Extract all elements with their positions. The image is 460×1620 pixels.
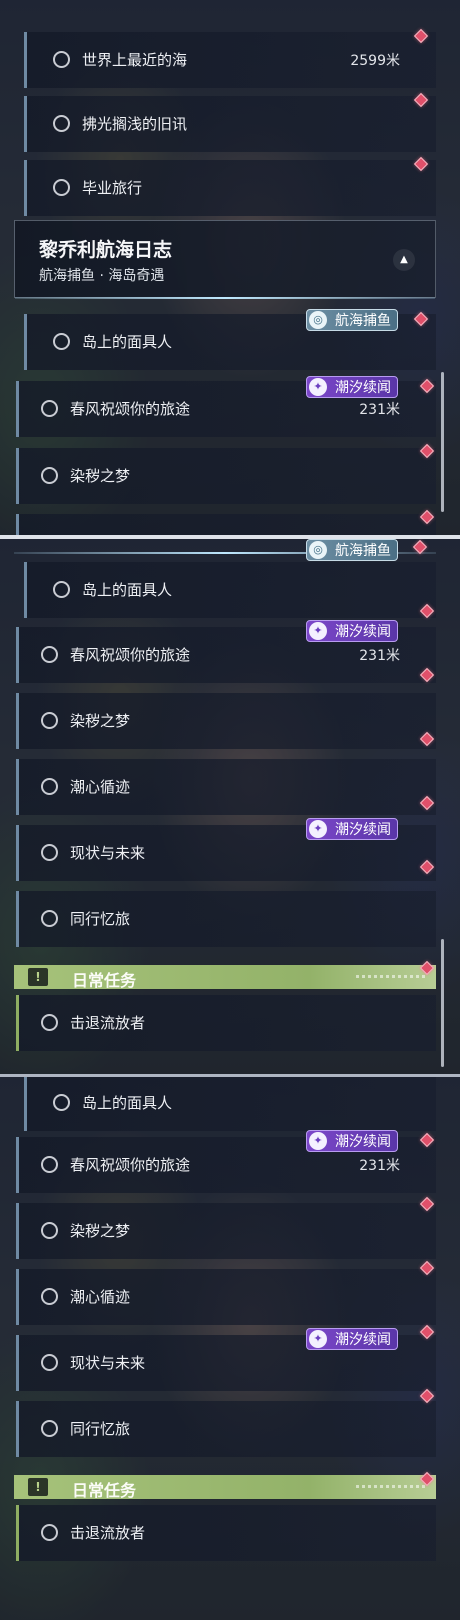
quest-status-circle-icon — [53, 333, 70, 350]
quest-title: 春风祝颂你的旅途 — [70, 646, 191, 664]
quest-status-circle-icon — [53, 51, 70, 68]
quest-title: 毕业旅行 — [82, 179, 143, 197]
quest-panel-3: 岛上的面具人 春风祝颂你的旅途 231米 染秽之梦 潮心循迹 现状与未来 同行忆… — [0, 1077, 460, 1620]
tide-badge: ✦ 潮汐续闻 — [306, 1328, 398, 1350]
decorative-dots — [356, 1485, 426, 1488]
quest-title: 染秽之梦 — [70, 1222, 131, 1240]
quest-item[interactable]: 毕业旅行 — [24, 160, 436, 216]
quest-item[interactable]: 岛上的面具人 — [24, 562, 436, 618]
tide-badge: ✦ 潮汐续闻 — [306, 818, 398, 840]
scrollbar-thumb[interactable] — [441, 939, 444, 1067]
quest-status-circle-icon — [41, 1420, 58, 1437]
tide-icon: ✦ — [309, 1132, 327, 1150]
quest-status-circle-icon — [41, 1288, 58, 1305]
quest-status-circle-icon — [41, 1156, 58, 1173]
quest-item[interactable]: 潮心循迹 — [16, 1269, 436, 1325]
tide-icon: ✦ — [309, 378, 327, 396]
quest-status-circle-icon — [53, 581, 70, 598]
quest-status-circle-icon — [41, 1354, 58, 1371]
chapter-subtitle: 航海捕鱼 · 海岛奇遇 — [39, 268, 165, 284]
quest-item[interactable]: 同行忆旅 — [16, 1401, 436, 1457]
chapter-title: 黎乔利航海日志 — [39, 239, 173, 261]
scrollbar-thumb[interactable] — [441, 372, 444, 512]
daily-section-title: 日常任务 — [72, 1481, 137, 1500]
fishing-badge-label: 航海捕鱼 — [335, 313, 391, 329]
quest-title: 潮心循迹 — [70, 1288, 131, 1306]
quest-distance: 2599米 — [350, 53, 400, 69]
tide-icon: ✦ — [309, 820, 327, 838]
quest-status-circle-icon — [41, 844, 58, 861]
fish-icon: ◎ — [309, 541, 327, 559]
fish-icon: ◎ — [309, 311, 327, 329]
daily-section-title: 日常任务 — [72, 971, 137, 990]
tide-badge: ✦ 潮汐续闻 — [306, 620, 398, 642]
chevron-up-icon[interactable]: ▲ — [393, 249, 415, 271]
quest-status-circle-icon — [41, 646, 58, 663]
daily-section-header[interactable]: ! 日常任务 — [14, 1475, 436, 1500]
quest-item-partial[interactable] — [16, 514, 436, 535]
quest-title: 拂光搁浅的旧讯 — [82, 115, 188, 133]
quest-title: 岛上的面具人 — [82, 333, 173, 351]
exclamation-icon: ! — [28, 1478, 48, 1496]
tide-icon: ✦ — [309, 622, 327, 640]
quest-status-circle-icon — [41, 467, 58, 484]
quest-item[interactable]: 染秽之梦 — [16, 448, 436, 504]
quest-title: 岛上的面具人 — [82, 581, 173, 599]
quest-status-circle-icon — [53, 115, 70, 132]
quest-item[interactable]: 潮心循迹 — [16, 759, 436, 815]
quest-distance: 231米 — [359, 1158, 400, 1174]
quest-title: 岛上的面具人 — [82, 1094, 173, 1112]
quest-title: 世界上最近的海 — [82, 51, 188, 69]
quest-status-circle-icon — [41, 910, 58, 927]
quest-title: 潮心循迹 — [70, 778, 131, 796]
quest-title: 春风祝颂你的旅途 — [70, 400, 191, 418]
exclamation-icon: ! — [28, 968, 48, 986]
quest-item[interactable]: 击退流放者 — [16, 1505, 436, 1561]
fishing-badge: ◎ 航海捕鱼 — [306, 309, 398, 331]
quest-item[interactable]: 同行忆旅 — [16, 891, 436, 947]
quest-panel-1: 世界上最近的海 2599米 拂光搁浅的旧讯 毕业旅行 黎乔利航海日志 航海捕鱼 … — [0, 0, 460, 535]
chapter-header[interactable]: 黎乔利航海日志 航海捕鱼 · 海岛奇遇 ▲ — [14, 220, 436, 299]
quest-title: 击退流放者 — [70, 1014, 146, 1032]
quest-title: 击退流放者 — [70, 1524, 146, 1542]
quest-distance: 231米 — [359, 402, 400, 418]
quest-item[interactable]: 染秽之梦 — [16, 1203, 436, 1259]
tide-badge-label: 潮汐续闻 — [335, 1134, 391, 1150]
quest-status-circle-icon — [41, 1014, 58, 1031]
quest-panel-2: 岛上的面具人 春风祝颂你的旅途 231米 染秽之梦 潮心循迹 现状与未来 同行忆… — [0, 539, 460, 1074]
quest-title: 现状与未来 — [70, 844, 146, 862]
quest-title: 春风祝颂你的旅途 — [70, 1156, 191, 1174]
quest-item[interactable]: 染秽之梦 — [16, 693, 436, 749]
tide-badge: ✦ 潮汐续闻 — [306, 1130, 398, 1152]
quest-title: 同行忆旅 — [70, 1420, 131, 1438]
tide-badge-label: 潮汐续闻 — [335, 624, 391, 640]
quest-item[interactable]: 击退流放者 — [16, 995, 436, 1051]
tide-badge-label: 潮汐续闻 — [335, 1332, 391, 1348]
tide-badge: ✦ 潮汐续闻 — [306, 376, 398, 398]
fishing-badge: ◎ 航海捕鱼 — [306, 539, 398, 561]
chapter-glow-line — [15, 297, 435, 299]
fishing-badge-label: 航海捕鱼 — [335, 543, 391, 559]
quest-status-circle-icon — [53, 1094, 70, 1111]
tide-icon: ✦ — [309, 1330, 327, 1348]
quest-item[interactable]: 拂光搁浅的旧讯 — [24, 96, 436, 152]
quest-status-circle-icon — [41, 778, 58, 795]
quest-title: 现状与未来 — [70, 1354, 146, 1372]
daily-section-header[interactable]: ! 日常任务 — [14, 965, 436, 990]
quest-status-circle-icon — [41, 400, 58, 417]
quest-item[interactable]: 岛上的面具人 — [24, 1077, 436, 1131]
quest-distance: 231米 — [359, 648, 400, 664]
tide-badge-label: 潮汐续闻 — [335, 822, 391, 838]
quest-status-circle-icon — [41, 1222, 58, 1239]
quest-title: 染秽之梦 — [70, 467, 131, 485]
tide-badge-label: 潮汐续闻 — [335, 380, 391, 396]
quest-item[interactable]: 世界上最近的海 2599米 — [24, 32, 436, 88]
quest-status-circle-icon — [53, 179, 70, 196]
quest-title: 同行忆旅 — [70, 910, 131, 928]
quest-status-circle-icon — [41, 1524, 58, 1541]
quest-title: 染秽之梦 — [70, 712, 131, 730]
decorative-dots — [356, 975, 426, 978]
quest-status-circle-icon — [41, 712, 58, 729]
